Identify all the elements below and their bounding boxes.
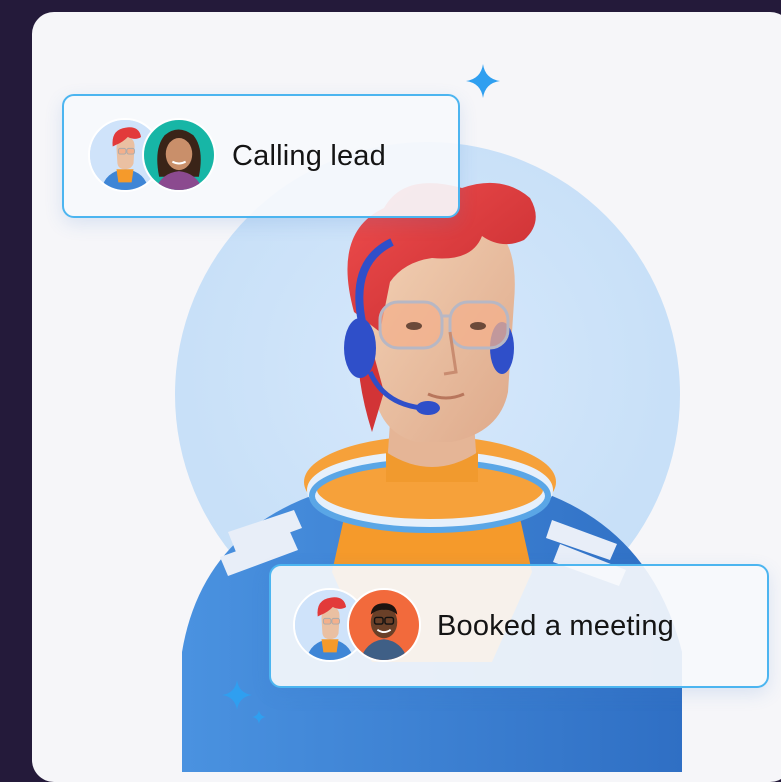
sparkle-icon: [222, 680, 252, 710]
status-pill-booked: Booked a meeting: [269, 564, 769, 688]
sparkle-icon: [252, 710, 266, 724]
lead-avatar-woman: [142, 118, 216, 192]
status-pill-calling: Calling lead: [62, 94, 460, 218]
hero-card: Calling lead Booked a meeting: [32, 12, 781, 782]
avatar-group: [88, 118, 218, 194]
avatar-group: [293, 588, 423, 664]
status-label: Booked a meeting: [437, 609, 674, 642]
lead-avatar-man: [347, 588, 421, 662]
status-label: Calling lead: [232, 139, 386, 172]
sparkle-icon: [466, 64, 500, 98]
